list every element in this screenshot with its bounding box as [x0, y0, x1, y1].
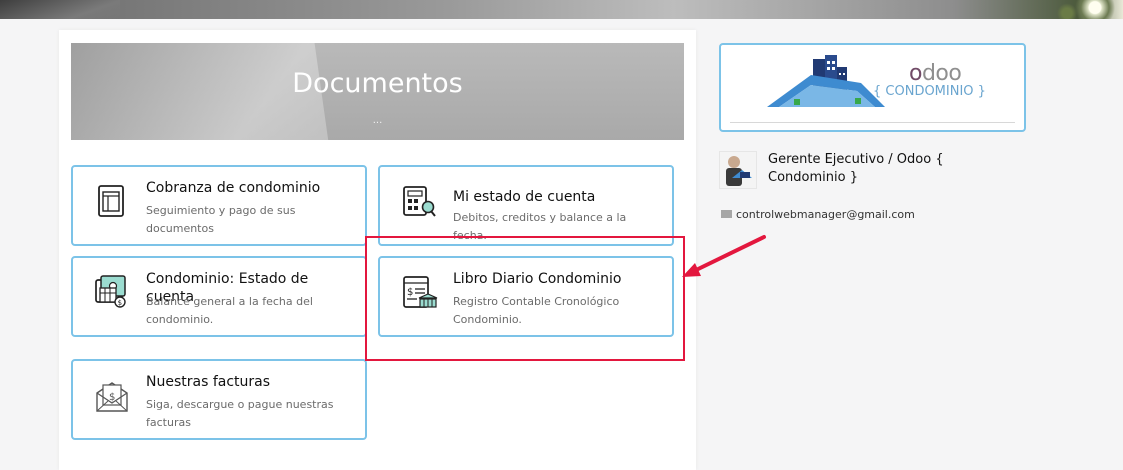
- tile-title: Cobranza de condominio: [146, 180, 321, 196]
- banner-flower: [1053, 0, 1123, 19]
- tile-title: Nuestras facturas: [146, 374, 271, 390]
- odoo-wordmark: odoo: [909, 61, 962, 86]
- tile-nuestras-facturas[interactable]: $ Nuestras facturas Siga, descargue o pa…: [71, 359, 367, 440]
- contact-name: Gerente Ejecutivo / Odoo { Condominio }: [768, 152, 944, 185]
- page-title: Documentos: [292, 68, 463, 99]
- annotation-highlight-box: [365, 236, 685, 361]
- envelope-icon: [721, 210, 732, 218]
- tile-mi-estado[interactable]: Mi estado de cuenta Debitos, creditos y …: [378, 165, 674, 246]
- condominio-wordmark: { CONDOMINIO }: [873, 84, 986, 99]
- contact-email[interactable]: controlwebmanager@gmail.com: [721, 208, 915, 222]
- top-banner-image: [0, 0, 1123, 19]
- document-ledger-icon: [93, 181, 131, 221]
- company-logo-box: odoo { CONDOMINIO }: [719, 43, 1026, 132]
- tile-description: Siga, descargue o pague nuestras factura…: [146, 398, 334, 429]
- tile-cobranza[interactable]: Cobranza de condominio Seguimiento y pag…: [71, 165, 367, 246]
- envelope-invoice-icon: $: [93, 375, 131, 415]
- hero-subtitle: ...: [372, 115, 383, 126]
- svg-text:$: $: [118, 299, 122, 307]
- calculator-search-icon: [400, 181, 438, 221]
- tile-title: Mi estado de cuenta: [453, 189, 596, 205]
- email-text: controlwebmanager@gmail.com: [736, 208, 915, 221]
- tile-description: Seguimiento y pago de sus documentos: [146, 204, 296, 235]
- condominium-buildings-logo: [767, 55, 885, 107]
- banner-streak: [0, 0, 120, 19]
- logo-divider: [730, 122, 1015, 123]
- avatar: [719, 151, 757, 189]
- contact-person: Gerente Ejecutivo / Odoo { Condominio }: [719, 151, 1019, 191]
- tile-description: Balance general a la fecha del condomini…: [146, 295, 313, 326]
- tile-condominio-estado[interactable]: $ Condominio: Estado de cuenta Balance g…: [71, 256, 367, 337]
- statement-money-icon: $: [93, 272, 131, 312]
- documents-hero: Documentos ...: [71, 43, 684, 140]
